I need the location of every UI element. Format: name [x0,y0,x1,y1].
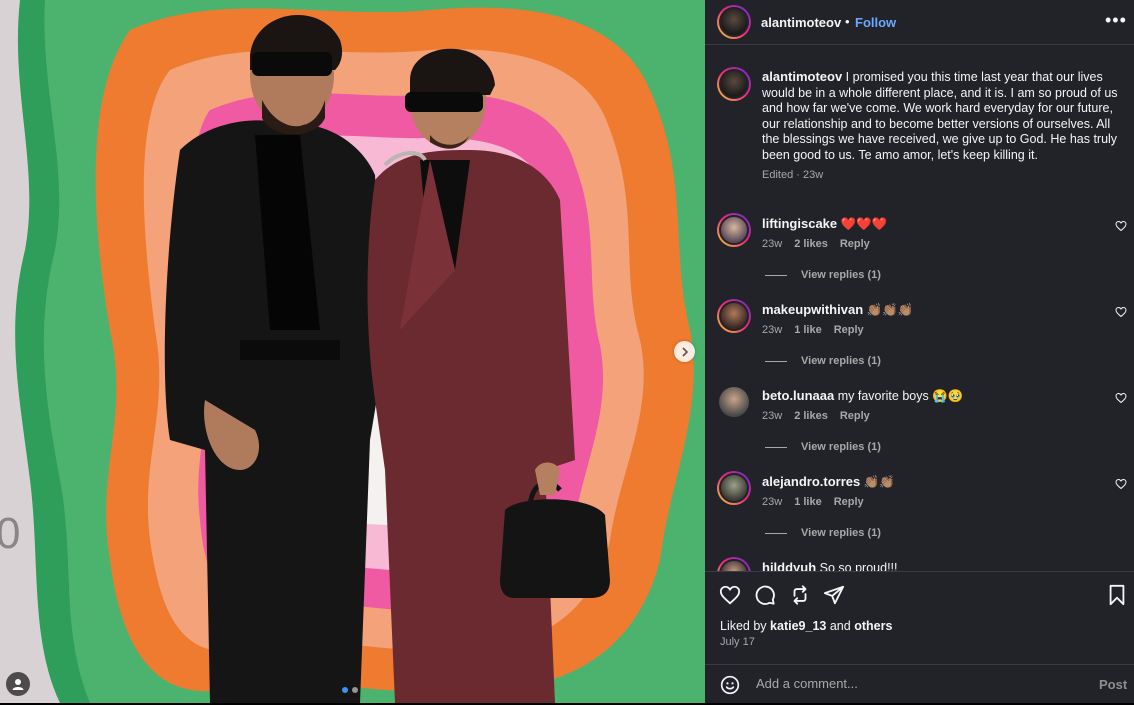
comment-likes[interactable]: 2 likes [794,410,828,422]
caption-meta: Edited · 23w [762,169,824,181]
comment-reply-button[interactable]: Reply [840,238,870,250]
replies-divider [765,360,787,362]
commenter-username[interactable]: hilddyuh [762,560,816,571]
comment-like-heart-icon[interactable] [1115,392,1127,404]
bookmark-icon[interactable] [1107,584,1127,606]
heart-icon[interactable] [719,584,741,606]
commenter-avatar[interactable] [719,387,749,417]
comments-list[interactable]: alantimoteov I promised you this time la… [705,45,1134,571]
comment-like-heart-icon[interactable] [1115,478,1127,490]
author-avatar[interactable] [717,5,751,39]
paper-plane-icon[interactable] [823,584,845,606]
comment-time: 23w [762,324,783,336]
smiley-icon[interactable] [720,675,740,695]
header-separator: • [845,14,850,29]
comment-bubble-icon[interactable] [754,584,776,606]
view-replies-button[interactable]: View replies (1) [765,355,881,367]
carousel-indicator [342,687,358,693]
post-photo[interactable]: 0 [0,0,705,703]
repost-icon[interactable] [789,584,811,606]
view-replies-button[interactable]: View replies (1) [765,441,881,453]
comment-text: my favorite boys 😭🥹 [837,389,964,403]
comment-reply-button[interactable]: Reply [834,324,864,336]
next-photo-button[interactable] [674,341,695,362]
carousel-dot-active [342,687,348,693]
more-options-icon[interactable]: ••• [1105,10,1127,31]
view-replies-label: View replies (1) [801,441,881,453]
comment-like-heart-icon[interactable] [1115,220,1127,232]
comment-likes[interactable]: 1 like [794,496,822,508]
comment-time: 23w [762,496,783,508]
comment-body: alejandro.torres 👏🏽👏🏽 [762,474,895,490]
view-replies-label: View replies (1) [801,269,881,281]
comment-body: liftingiscake ❤️❤️❤️ [762,216,887,232]
post-panel: alantimoteov • Follow ••• alantimoteov I… [705,0,1134,703]
comment-text: ❤️❤️❤️ [840,217,888,231]
commenter-username[interactable]: liftingiscake [762,216,837,231]
svg-text:0: 0 [0,509,20,558]
caption-author-username[interactable]: alantimoteov [762,69,842,84]
comment-body: beto.lunaaa my favorite boys 😭🥹 [762,388,963,404]
post-date[interactable]: July 17 [720,636,755,648]
view-replies-button[interactable]: View replies (1) [765,527,881,539]
view-replies-label: View replies (1) [801,355,881,367]
carousel-dot [352,687,358,693]
replies-divider [765,446,787,448]
view-replies-label: View replies (1) [801,527,881,539]
caption-author-avatar[interactable] [717,67,751,101]
user-tag-icon [12,679,24,690]
commenter-avatar[interactable] [717,213,751,247]
follow-button[interactable]: Follow [855,15,896,30]
comment-text: So so proud!!! [819,561,898,571]
post-comment-button[interactable]: Post [1099,677,1127,692]
comment-body: makeupwithivan 👏🏽👏🏽👏🏽 [762,302,913,318]
post-actions: Liked by katie9_13 and others July 17 Po… [705,571,1134,704]
commenter-username[interactable]: makeupwithivan [762,302,863,317]
liked-by-others[interactable]: others [854,619,892,633]
comment-text: 👏🏽👏🏽 [863,475,895,489]
liked-by-user[interactable]: katie9_13 [770,619,826,633]
post-header: alantimoteov • Follow ••• [705,0,1134,45]
liked-by-and: and [829,619,851,633]
comment-reply-button[interactable]: Reply [834,496,864,508]
chevron-right-icon [681,346,688,357]
comment-likes[interactable]: 1 like [794,324,822,336]
comment-reply-button[interactable]: Reply [840,410,870,422]
commenter-username[interactable]: alejandro.torres [762,474,860,489]
photo-illustration: 0 [0,0,705,703]
commenter-avatar[interactable] [717,471,751,505]
liked-by-prefix: Liked by [720,619,767,633]
comment-meta: 23w 1 like Reply [762,324,864,336]
commenter-username[interactable]: beto.lunaaa [762,388,834,403]
comment-meta: 23w 2 likes Reply [762,410,870,422]
comment-body: hilddyuh So so proud!!! [762,560,897,571]
comment-time: 23w [762,410,783,422]
comment-time: 23w [762,238,783,250]
post-caption: alantimoteov I promised you this time la… [762,69,1120,184]
comment-likes[interactable]: 2 likes [794,238,828,250]
tagged-users-button[interactable] [6,672,30,696]
comment-like-heart-icon[interactable] [1115,306,1127,318]
liked-by-summary: Liked by katie9_13 and others [720,619,892,633]
comment-meta: 23w 2 likes Reply [762,238,870,250]
comment-meta: 23w 1 like Reply [762,496,864,508]
view-replies-button[interactable]: View replies (1) [765,269,881,281]
replies-divider [765,274,787,276]
author-username[interactable]: alantimoteov [761,15,841,30]
comment-input[interactable] [754,675,1088,692]
comment-composer: Post [705,664,1134,705]
replies-divider [765,532,787,534]
commenter-avatar[interactable] [717,299,751,333]
commenter-avatar[interactable] [717,557,751,571]
comment-text: 👏🏽👏🏽👏🏽 [866,303,914,317]
